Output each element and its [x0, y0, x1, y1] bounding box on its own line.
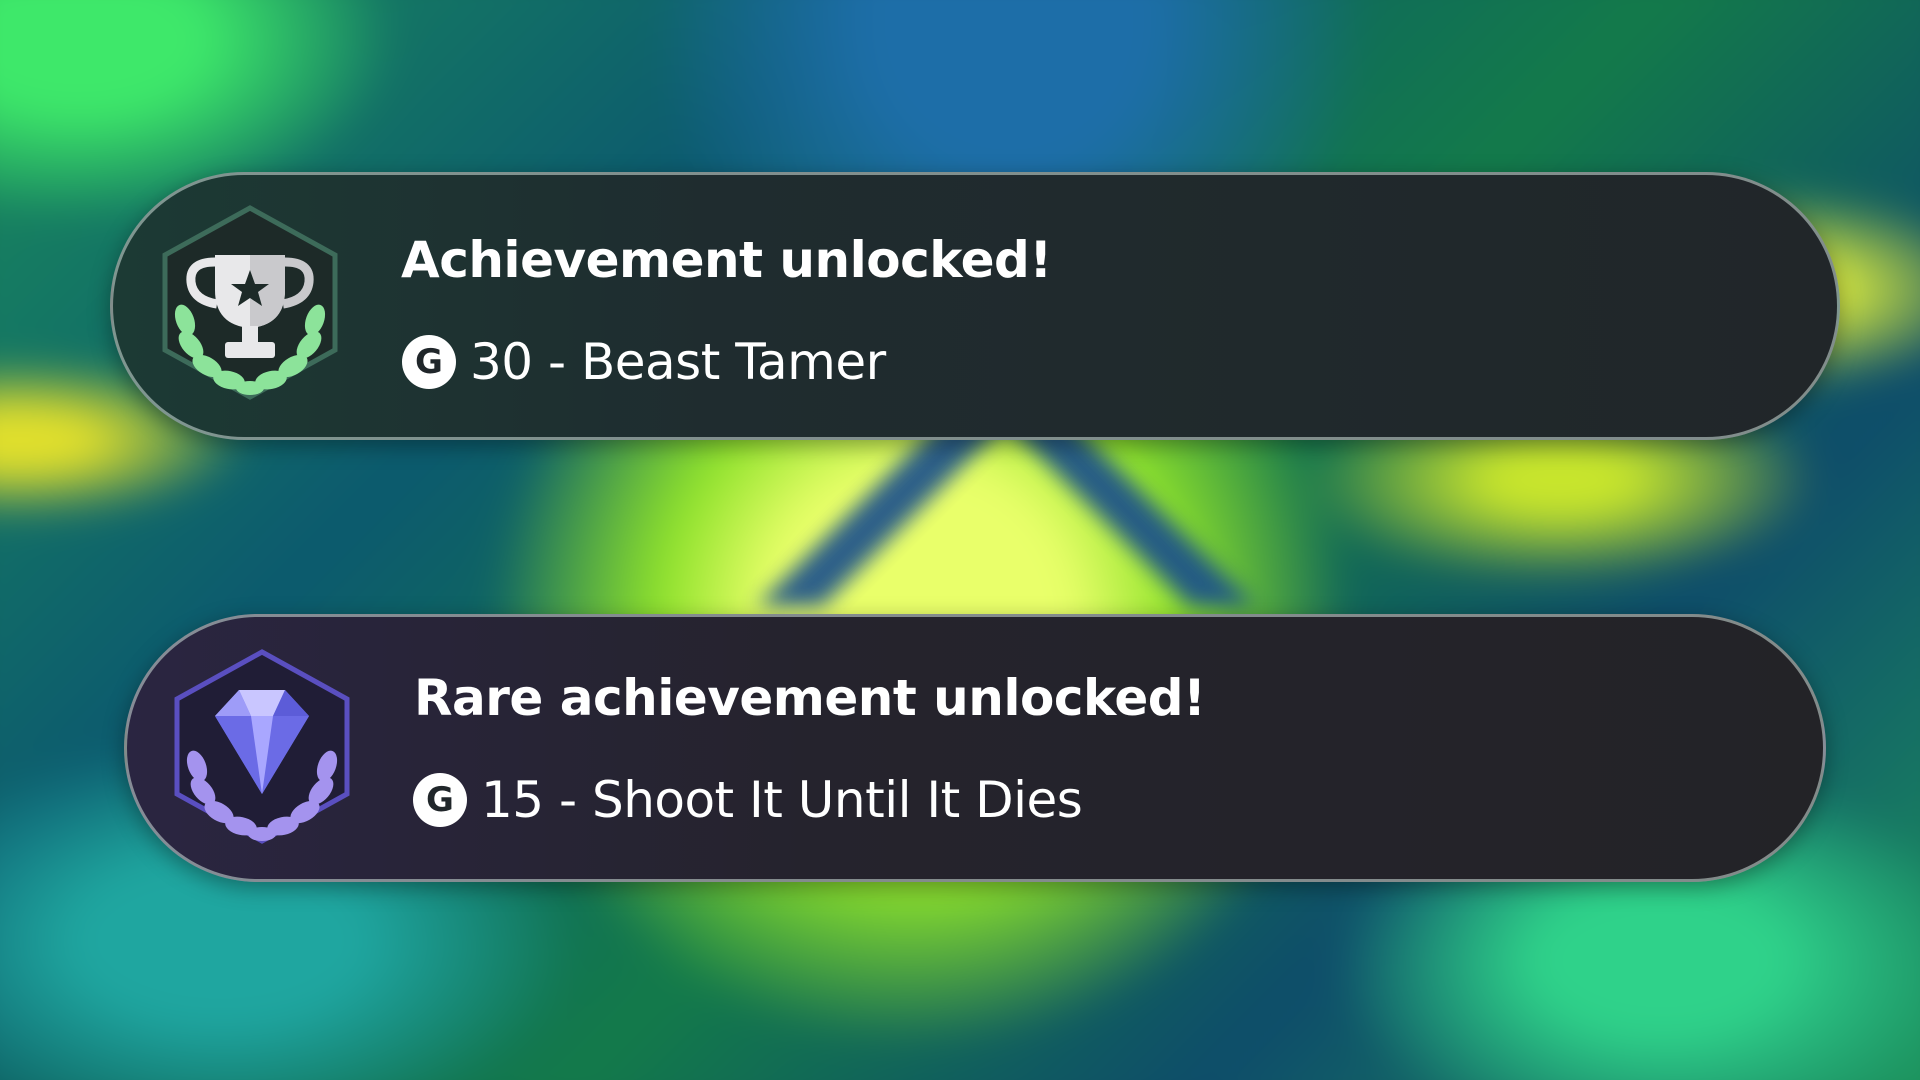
trophy-badge-icon [145, 200, 355, 410]
toast-title: Achievement unlocked! [401, 231, 1052, 289]
toast-title: Rare achievement unlocked! [414, 669, 1206, 727]
achievement-name: 15 - Shoot It Until It Dies [481, 771, 1083, 829]
game-screen: Achievement unlocked! G 30 - Beast Tamer [0, 0, 1920, 1080]
gamerscore-icon: G [402, 335, 456, 389]
gamerscore-icon: G [413, 773, 467, 827]
rare-achievement-toast[interactable]: Rare achievement unlocked! G 15 - Shoot … [124, 614, 1826, 882]
achievement-detail: G 15 - Shoot It Until It Dies [413, 771, 1083, 829]
achievement-name: 30 - Beast Tamer [470, 333, 886, 391]
achievement-detail: G 30 - Beast Tamer [402, 333, 886, 391]
achievement-toast[interactable]: Achievement unlocked! G 30 - Beast Tamer [110, 172, 1840, 440]
diamond-badge-icon [157, 644, 367, 854]
